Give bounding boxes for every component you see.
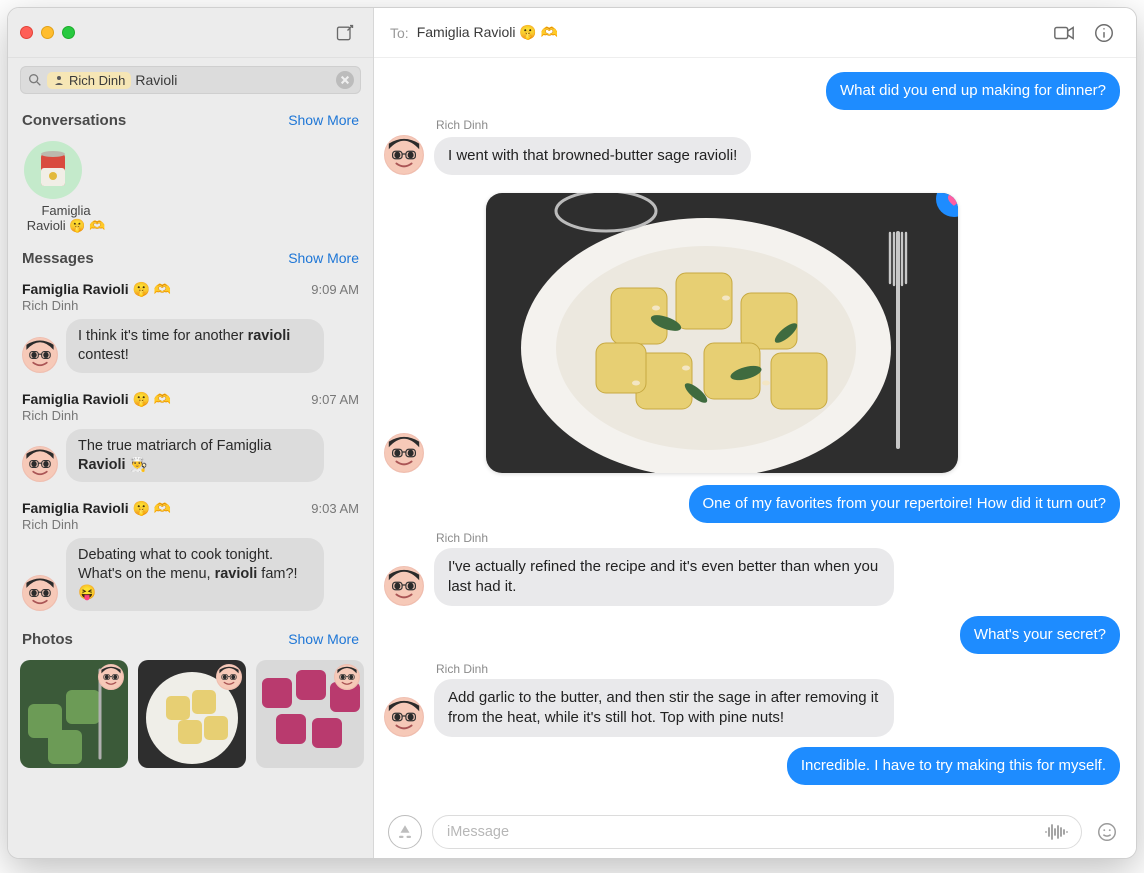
sender-avatar[interactable] (384, 135, 424, 175)
message-input[interactable] (447, 824, 1041, 840)
emoji-picker-button[interactable] (1092, 817, 1122, 847)
photo-result[interactable] (138, 660, 246, 768)
message-preview: The true matriarch of Famiglia Ravioli 👨… (66, 429, 324, 483)
messages-heading: Messages (22, 250, 94, 267)
message-time: 9:09 AM (311, 282, 359, 297)
incoming-sender-name: Rich Dinh (436, 662, 488, 676)
sender-avatar[interactable] (384, 566, 424, 606)
apps-button[interactable] (388, 815, 422, 849)
incoming-message[interactable]: I've actually refined the recipe and it'… (434, 548, 894, 606)
message-result[interactable]: Famiglia Ravioli 🤫 🫶 Rich Dinh 9:07 AM T… (20, 383, 361, 493)
message-preview: I think it's time for another ravioli co… (66, 319, 324, 373)
audio-message-button[interactable] (1041, 817, 1071, 847)
outgoing-message[interactable]: Incredible. I have to try making this fo… (787, 747, 1120, 785)
search-icon (27, 72, 43, 88)
messages-show-more[interactable]: Show More (288, 250, 359, 266)
conversations-heading: Conversations (22, 112, 126, 129)
message-sender: Rich Dinh (22, 517, 171, 532)
messages-window: Rich Dinh Conversations Show More (7, 7, 1137, 859)
photos-heading: Photos (22, 631, 73, 648)
clear-search-button[interactable] (336, 71, 354, 89)
compose-bar (374, 804, 1136, 858)
outgoing-message[interactable]: One of my favorites from your repertoire… (689, 485, 1121, 523)
sidebar: Rich Dinh Conversations Show More (8, 8, 374, 858)
new-message-button[interactable] (329, 17, 361, 49)
to-recipients[interactable]: Famiglia Ravioli 🤫 🫶 (417, 24, 558, 41)
message-time: 9:07 AM (311, 392, 359, 407)
compose-field[interactable] (432, 815, 1082, 849)
message-sender: Rich Dinh (22, 408, 171, 423)
app-store-icon (396, 823, 414, 841)
conversations-show-more[interactable]: Show More (288, 112, 359, 128)
message-time: 9:03 AM (311, 501, 359, 516)
sender-avatar (22, 446, 58, 482)
message-thread-name: Famiglia Ravioli 🤫 🫶 (22, 391, 171, 408)
facetime-button[interactable] (1048, 17, 1080, 49)
photo-result[interactable] (256, 660, 364, 768)
search-input[interactable] (135, 72, 336, 88)
sender-avatar (98, 664, 124, 690)
incoming-sender-name: Rich Dinh (436, 118, 488, 132)
sender-avatar (216, 664, 242, 690)
incoming-message[interactable]: I went with that browned-butter sage rav… (434, 137, 751, 175)
conversation-label: Famiglia Ravioli 🤫 🫶 (24, 203, 108, 234)
image-attachment[interactable] (486, 193, 958, 473)
conversation-item[interactable]: Famiglia Ravioli 🤫 🫶 (20, 135, 361, 240)
search-filter-chip[interactable]: Rich Dinh (47, 72, 131, 89)
message-sender: Rich Dinh (22, 298, 171, 313)
close-window-button[interactable] (20, 26, 33, 39)
message-transcript[interactable]: What did you end up making for dinner? R… (374, 58, 1136, 804)
message-thread-name: Famiglia Ravioli 🤫 🫶 (22, 500, 171, 517)
sender-avatar[interactable] (384, 433, 424, 473)
outgoing-message[interactable]: What's your secret? (960, 616, 1120, 654)
conversation-pane: To: Famiglia Ravioli 🤫 🫶 What did you en… (374, 8, 1136, 858)
outgoing-message[interactable]: What did you end up making for dinner? (826, 72, 1120, 110)
incoming-message[interactable]: Add garlic to the butter, and then stir … (434, 679, 894, 737)
search-chip-label: Rich Dinh (69, 73, 125, 88)
conversation-header: To: Famiglia Ravioli 🤫 🫶 (374, 8, 1136, 58)
message-thread-name: Famiglia Ravioli 🤫 🫶 (22, 281, 171, 298)
photo-result[interactable] (20, 660, 128, 768)
details-button[interactable] (1088, 17, 1120, 49)
sender-avatar[interactable] (384, 697, 424, 737)
message-preview: Debating what to cook tonight. What's on… (66, 538, 324, 611)
window-controls (20, 26, 75, 39)
person-icon (53, 74, 65, 86)
soup-can-icon (39, 150, 67, 190)
sender-avatar (334, 664, 360, 690)
group-avatar (24, 141, 82, 199)
message-result[interactable]: Famiglia Ravioli 🤫 🫶 Rich Dinh 9:03 AM D… (20, 492, 361, 621)
titlebar (8, 8, 373, 58)
minimize-window-button[interactable] (41, 26, 54, 39)
search-field[interactable]: Rich Dinh (20, 66, 361, 94)
message-result[interactable]: Famiglia Ravioli 🤫 🫶 Rich Dinh 9:09 AM I… (20, 273, 361, 383)
to-label: To: (390, 25, 409, 41)
fullscreen-window-button[interactable] (62, 26, 75, 39)
sender-avatar (22, 575, 58, 611)
incoming-sender-name: Rich Dinh (436, 531, 488, 545)
sender-avatar (22, 337, 58, 373)
photos-show-more[interactable]: Show More (288, 631, 359, 647)
